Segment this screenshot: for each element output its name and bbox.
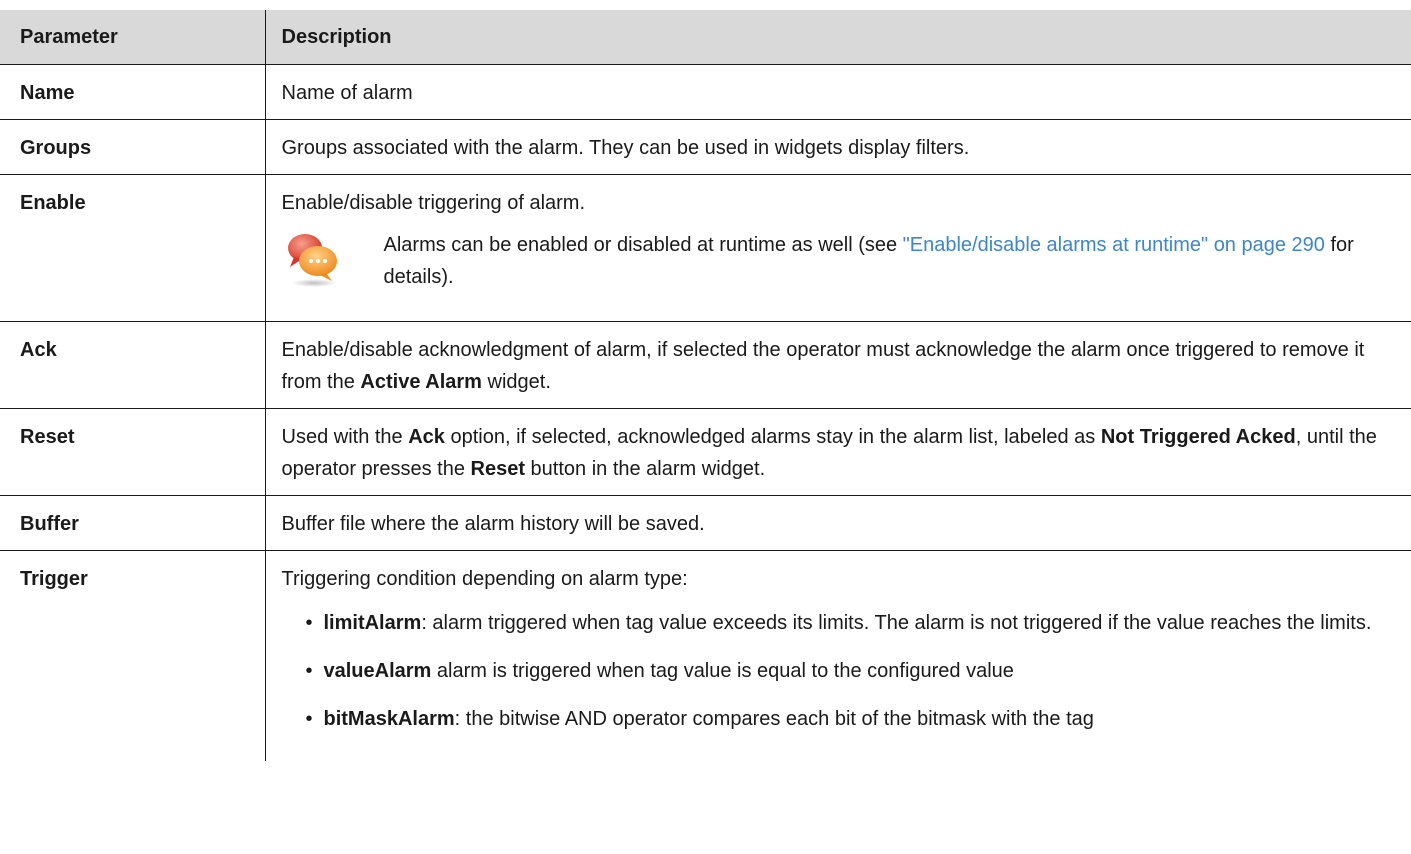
desc-text: widget. [481, 371, 551, 393]
note-text-before: Alarms can be enabled or disabled at run… [383, 234, 903, 256]
description-column-header: Description [264, 10, 1411, 65]
desc-text: option, if selected, acknowledged alarms… [444, 426, 1101, 448]
desc-bold-term: Not Triggered Acked [1100, 426, 1296, 448]
list-item: bitMaskAlarm: the bitwise AND operator c… [306, 703, 1398, 735]
note-callout: Alarms can be enabled or disabled at run… [282, 229, 1398, 293]
trigger-term: bitMaskAlarm [323, 708, 455, 730]
table-row-name: Name Name of alarm [0, 64, 1411, 120]
desc-text: button in the alarm widget. [524, 458, 766, 480]
trigger-term: limitAlarm [323, 612, 422, 634]
param-desc-cell: Triggering condition depending on alarm … [264, 550, 1411, 761]
param-desc: Buffer file where the alarm history will… [264, 495, 1411, 551]
param-name: Enable [0, 174, 265, 322]
param-name: Reset [0, 408, 265, 496]
trigger-text: : the bitwise AND operator compares each… [454, 708, 1094, 730]
trigger-text: : alarm triggered when tag value exceeds… [421, 612, 1372, 634]
table-row-groups: Groups Groups associated with the alarm.… [0, 119, 1411, 175]
table-row-reset: Reset Used with the Ack option, if selec… [0, 408, 1411, 496]
param-name: Buffer [0, 495, 265, 551]
param-name: Ack [0, 321, 265, 409]
list-item: limitAlarm: alarm triggered when tag val… [306, 607, 1398, 639]
trigger-text: alarm is triggered when tag value is equ… [431, 660, 1014, 682]
param-desc: Enable/disable triggering of alarm. [281, 192, 586, 214]
desc-text: Used with the [281, 426, 409, 448]
desc-bold-term: Ack [408, 426, 445, 448]
table-row-enable: Enable Enable/disable triggering of alar… [0, 174, 1411, 322]
parameter-column-header: Parameter [0, 10, 265, 65]
desc-bold-term: Active Alarm [360, 371, 482, 393]
param-name: Trigger [0, 550, 265, 761]
table-row-trigger: Trigger Triggering condition depending o… [0, 550, 1411, 761]
list-item: valueAlarm alarm is triggered when tag v… [306, 655, 1398, 687]
param-desc: Triggering condition depending on alarm … [281, 568, 688, 590]
param-name: Groups [0, 119, 265, 175]
param-name: Name [0, 64, 265, 120]
param-desc: Enable/disable acknowledgment of alarm, … [264, 321, 1411, 409]
note-text: Alarms can be enabled or disabled at run… [384, 229, 1398, 293]
param-desc: Groups associated with the alarm. They c… [264, 119, 1411, 175]
desc-bold-term: Reset [470, 458, 525, 480]
param-desc: Name of alarm [264, 64, 1411, 120]
param-desc-cell: Enable/disable triggering of alarm. Alar… [264, 174, 1411, 322]
speech-bubbles-icon [284, 229, 340, 289]
table-header-row: Parameter Description [0, 10, 1411, 65]
trigger-term: valueAlarm [323, 660, 432, 682]
cross-reference-link[interactable]: "Enable/disable alarms at runtime" on pa… [903, 234, 1325, 256]
param-desc: Used with the Ack option, if selected, a… [264, 408, 1411, 496]
parameter-table: Parameter Description Name Name of alarm… [0, 10, 1411, 761]
table-row-buffer: Buffer Buffer file where the alarm histo… [0, 495, 1411, 551]
table-row-ack: Ack Enable/disable acknowledgment of ala… [0, 321, 1411, 409]
trigger-type-list: limitAlarm: alarm triggered when tag val… [282, 607, 1398, 735]
